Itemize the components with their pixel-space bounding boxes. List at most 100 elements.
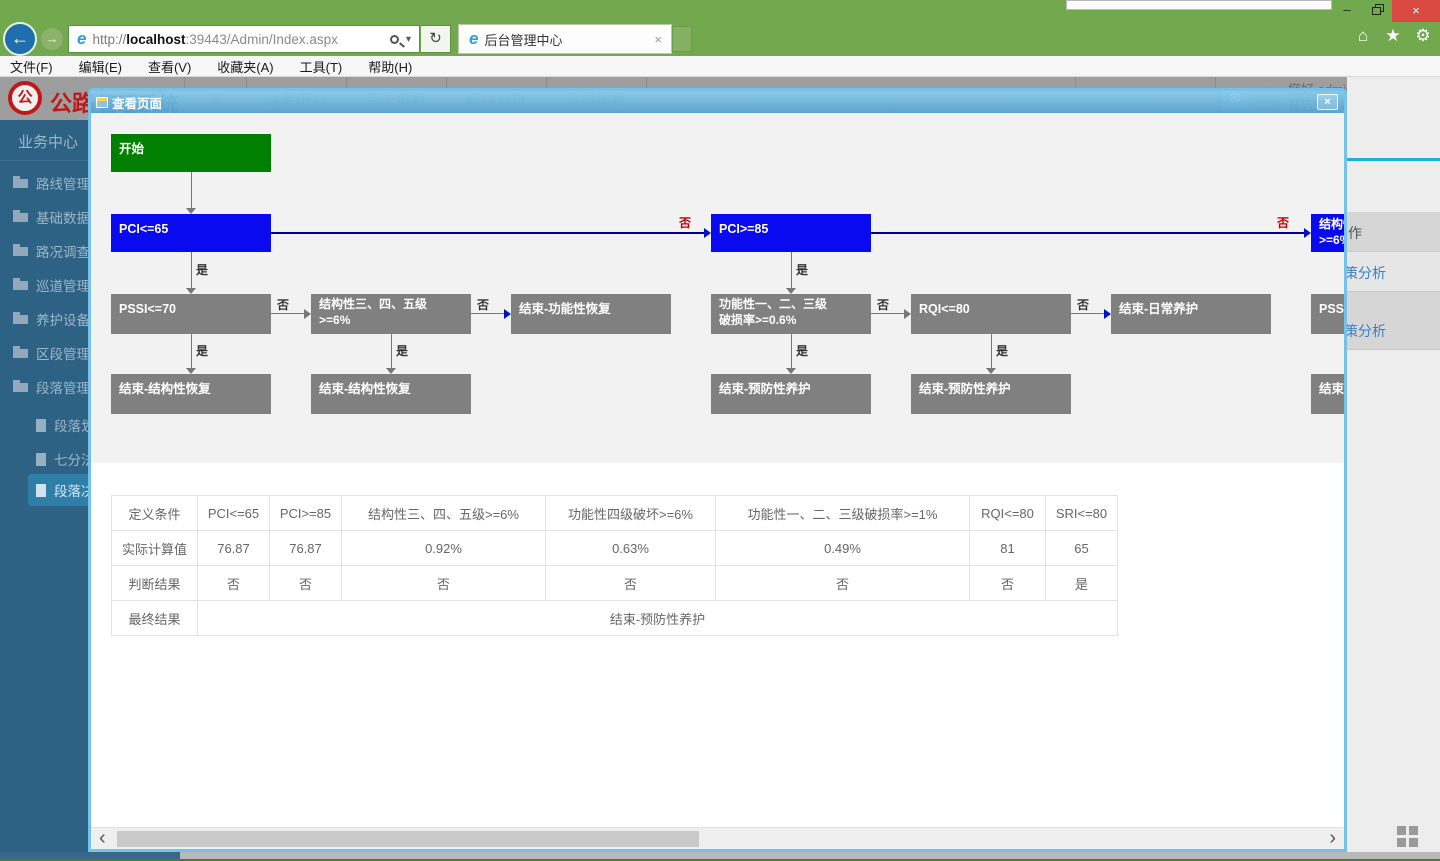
folder-icon [13,179,28,188]
browser-tab[interactable]: e 后台管理中心 × [458,24,672,54]
row-label: 定义条件 [112,496,198,531]
condition-cell: PCI>=85 [270,496,342,531]
flow-node-pssi-cut: PSSI<=70 [1311,294,1344,334]
condition-cell: RQI<=80 [970,496,1046,531]
table-row-values: 实际计算值 76.87 76.87 0.92% 0.63% 0.49% 81 6… [112,531,1118,566]
flow-label-no: 否 [877,296,889,313]
flow-arrowhead [786,288,796,294]
flow-label-no: 否 [1077,296,1089,313]
refresh-button[interactable]: ↻ [421,25,451,53]
notification-strip [1066,0,1332,10]
minimize-button[interactable]: – [1332,0,1362,22]
sidebar-item-label: 段落管理 [36,377,90,397]
table-row-final: 最终结果 结束-预防性养护 [112,601,1118,636]
flow-arrow [791,334,792,368]
dialog-body: 开始 PCI<=65 PCI>=85 结构性三、四、五级 >=6% PSSI<=… [91,113,1344,849]
tab-close-icon[interactable]: × [651,32,665,47]
scroll-right-icon[interactable]: › [1329,828,1336,848]
horizontal-scrollbar[interactable]: ‹ › [91,827,1344,849]
value-cell: 65 [1046,531,1118,566]
folder-icon [13,349,28,358]
flow-node-structural-345: 结构性三、四、五级 >=6% [1311,214,1344,252]
condition-cell: 功能性四级破坏>=6% [546,496,716,531]
flow-arrowhead [304,309,311,319]
favorites-star-icon[interactable]: ★ [1382,26,1404,46]
flow-arrow [871,313,904,314]
ie-tab-icon: e [469,29,478,49]
tab-title: 后台管理中心 [484,30,651,49]
grid-layout-icon[interactable] [1397,826,1418,848]
url-dropdown-caret-icon[interactable]: ▾ [406,34,411,45]
final-result-cell: 结束-预防性养护 [198,601,1118,636]
row-label: 实际计算值 [112,531,198,566]
ie-icon: e [77,29,86,49]
flow-node-end-structural-recovery: 结束-结构性恢复 [111,374,271,414]
sidebar-item-label: 巡道管理 [36,275,90,295]
folder-icon [13,383,28,392]
scrollbar-thumb[interactable] [117,831,699,847]
result-cell: 否 [270,566,342,601]
flow-arrowhead [186,368,196,374]
row-label: 判断结果 [112,566,198,601]
flow-arrowhead [186,288,196,294]
new-tab-button[interactable] [672,26,692,52]
flow-arrowhead [986,368,996,374]
folder-icon [13,281,28,290]
flow-label-no: 否 [277,296,289,313]
result-cell: 否 [546,566,716,601]
flow-node-pci-le-65: PCI<=65 [111,214,271,252]
result-cell: 否 [342,566,546,601]
back-button[interactable]: ← [3,22,37,56]
flow-node-end-structural-recovery: 结束-结构性恢复 [311,374,471,414]
menu-file[interactable]: 文件(F) [10,57,53,76]
menu-favorites[interactable]: 收藏夹(A) [217,57,273,76]
sidebar-item-label: 路线管理 [36,173,90,193]
address-bar[interactable]: e http://localhost:39443/Admin/Index.asp… [68,25,420,53]
flow-node-pci-ge-85: PCI>=85 [711,214,871,252]
menu-tools[interactable]: 工具(T) [300,57,343,76]
forward-button[interactable]: → [40,27,64,51]
menu-view[interactable]: 查看(V) [148,57,191,76]
flow-label-no: 否 [1277,214,1289,231]
flow-label-yes: 是 [396,342,408,359]
dialog-close-button[interactable]: × [1317,94,1338,110]
result-cell: 是 [1046,566,1118,601]
document-icon [36,484,46,497]
app-logo-icon: 公 [8,81,42,115]
document-icon [36,453,46,466]
settings-gear-icon[interactable]: ⚙ [1412,26,1434,46]
result-cell: 否 [198,566,270,601]
row-label: 最终结果 [112,601,198,636]
folder-icon [13,213,28,222]
dialog-titlebar[interactable]: 查看页面 × [91,91,1344,113]
search-icon[interactable] [390,35,399,44]
url-text: http://localhost:39443/Admin/Index.aspx [92,32,387,47]
value-cell: 76.87 [270,531,342,566]
menu-edit[interactable]: 编辑(E) [79,57,122,76]
flow-arrow [191,172,192,208]
flow-arrowhead [1304,228,1311,238]
value-cell: 0.63% [546,531,716,566]
flow-arrowhead [1104,309,1111,319]
flow-arrow [191,252,192,288]
flow-arrow [991,334,992,368]
flow-arrowhead [386,368,396,374]
home-icon[interactable]: ⌂ [1352,26,1374,46]
flow-arrow [271,232,704,234]
table-row-results: 判断结果 否 否 否 否 否 否 是 [112,566,1118,601]
document-icon [36,419,46,432]
menu-help[interactable]: 帮助(H) [368,57,412,76]
condition-cell: 结构性三、四、五级>=6% [342,496,546,531]
flow-node-end-preventive-maintenance: 结束-预防性养护 [711,374,871,414]
scroll-left-icon[interactable]: ‹ [99,828,106,848]
view-page-dialog: 查看页面 × 开始 PCI<=65 PCI>=85 结构性三、四、五级 >=6%… [88,88,1347,852]
close-button[interactable]: × [1392,0,1440,22]
address-bar-row: ← → e http://localhost:39443/Admin/Index… [0,22,1440,56]
flow-label-yes: 是 [996,342,1008,359]
dialog-title: 查看页面 [112,93,162,112]
value-cell: 0.49% [716,531,970,566]
result-cell: 否 [970,566,1046,601]
restore-button[interactable] [1362,0,1392,22]
flow-arrow [391,334,392,368]
flow-node-rqi-le-80: RQI<=80 [911,294,1071,334]
